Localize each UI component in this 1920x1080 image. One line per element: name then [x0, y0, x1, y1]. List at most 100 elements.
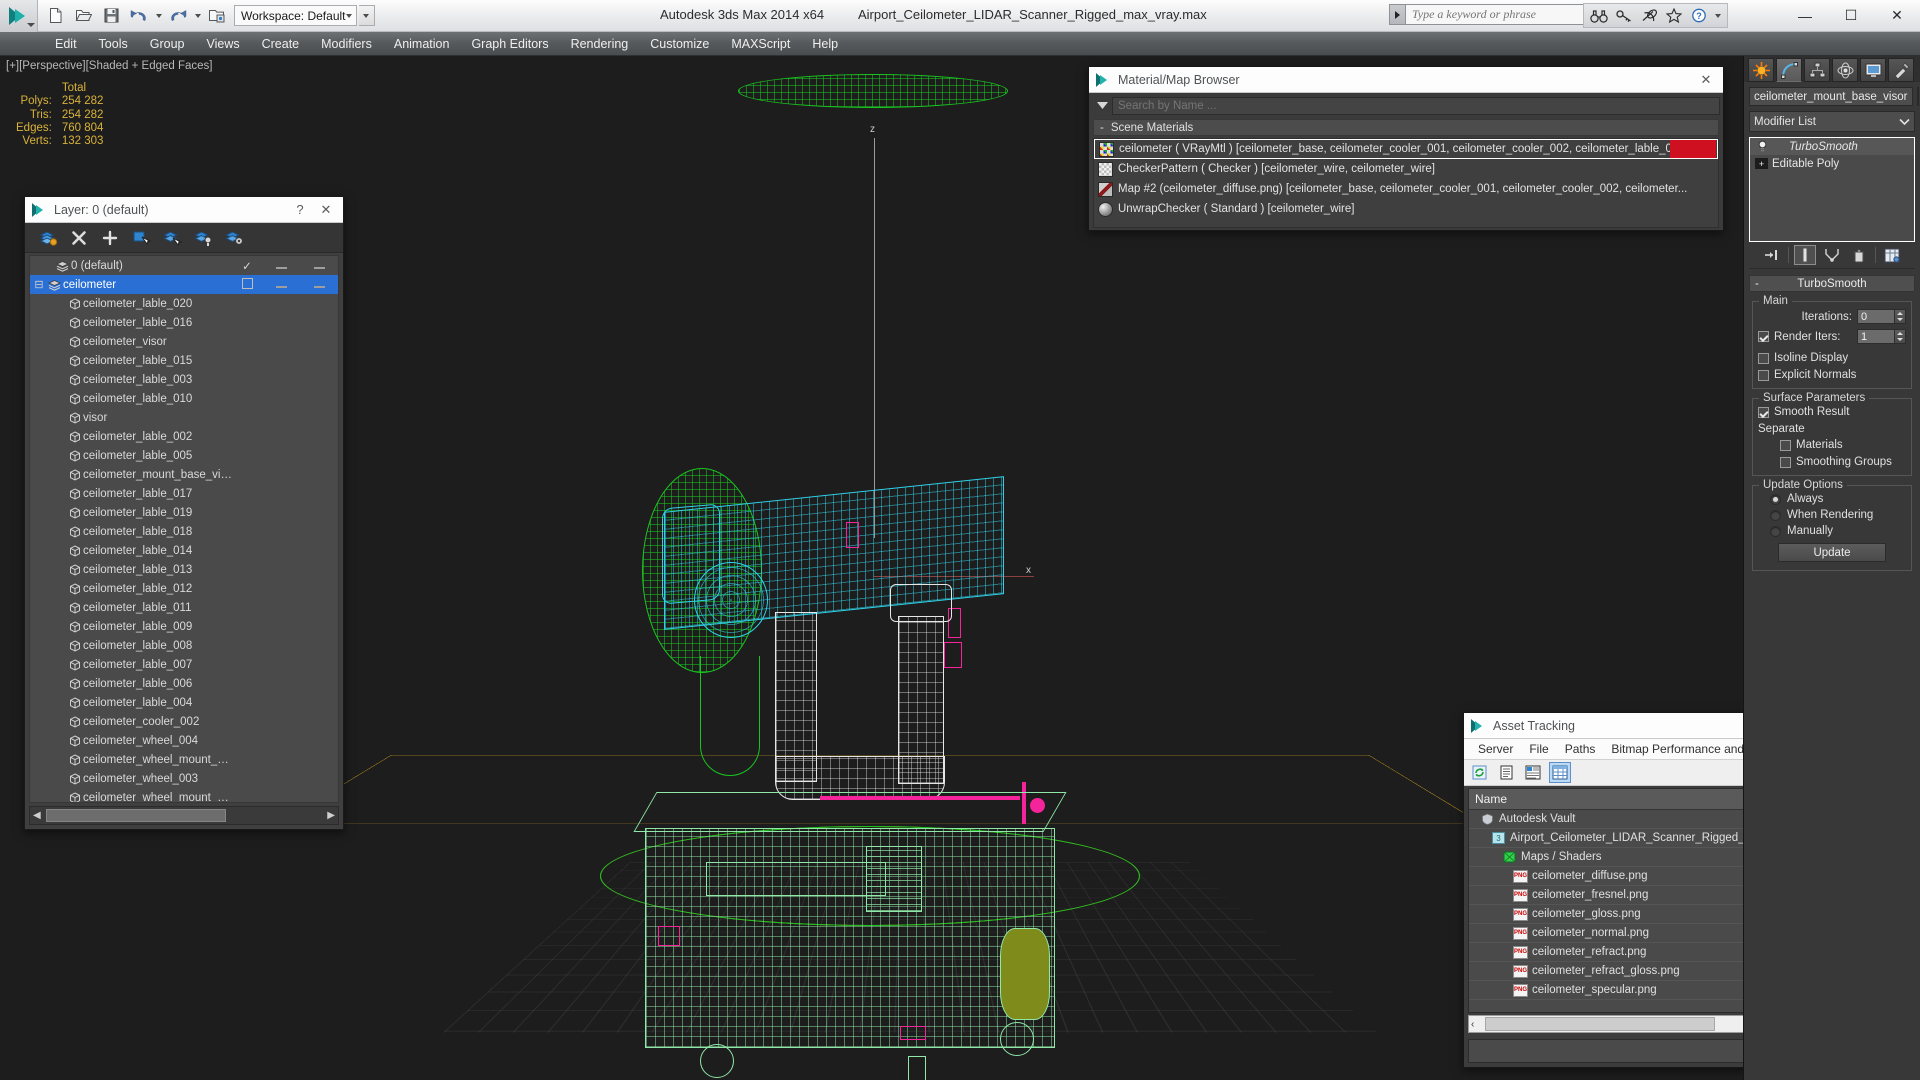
search-expand-button[interactable] — [1389, 4, 1406, 25]
viewport-label[interactable]: [+][Perspective][Shaded + Edged Faces] — [6, 60, 213, 72]
create-tab[interactable] — [1748, 58, 1774, 82]
favorites-star-icon[interactable] — [1662, 4, 1686, 27]
set-current-layer-to-selection-button[interactable] — [161, 227, 183, 249]
scroll-left-arrow-icon[interactable]: ‹ — [1471, 1019, 1474, 1030]
layer-row[interactable]: ceilometer_wheel_004 — [30, 731, 338, 750]
menu-item-help[interactable]: Help — [801, 34, 849, 54]
make-unique-button[interactable] — [1821, 245, 1843, 265]
separate-materials-checkbox[interactable] — [1780, 439, 1791, 451]
add-selection-to-layer-button[interactable] — [99, 227, 121, 249]
layer-properties-button[interactable] — [223, 227, 245, 249]
update-always-radio[interactable] — [1770, 493, 1781, 505]
scrollbar-thumb[interactable] — [46, 809, 226, 822]
layer-row[interactable]: ceilometer_lable_019 — [30, 503, 338, 522]
menu-item-graph-editors[interactable]: Graph Editors — [460, 34, 559, 54]
maximize-button[interactable]: ☐ — [1828, 0, 1874, 31]
layer-current-toggle[interactable]: ✓ — [232, 259, 262, 273]
asset-menu-item-server[interactable]: Server — [1470, 740, 1521, 758]
menu-item-customize[interactable]: Customize — [639, 34, 720, 54]
menu-item-modifiers[interactable]: Modifiers — [310, 34, 383, 54]
rollout-collapse-icon[interactable]: - — [1755, 278, 1759, 290]
layer-row[interactable]: ceilometer_lable_016 — [30, 313, 338, 332]
material-browser-close-button[interactable]: ✕ — [1693, 68, 1719, 92]
hierarchy-tab[interactable] — [1804, 58, 1830, 82]
layer-row[interactable]: ceilometer_lable_020 — [30, 294, 338, 313]
update-always-radio-row[interactable]: Always — [1758, 493, 1906, 505]
group-collapse-icon[interactable]: - — [1100, 122, 1104, 134]
open-file-button[interactable] — [70, 3, 96, 29]
object-color-swatch[interactable] — [1917, 87, 1919, 106]
layer-hide-toggle[interactable] — [262, 260, 300, 272]
menu-item-create[interactable]: Create — [251, 34, 311, 54]
update-when-rendering-radio-row[interactable]: When Rendering — [1758, 509, 1906, 521]
spinner-arrows-icon[interactable] — [1895, 329, 1906, 344]
isoline-display-row[interactable]: Isoline Display — [1758, 352, 1906, 364]
menu-item-rendering[interactable]: Rendering — [560, 34, 640, 54]
scrollbar-thumb[interactable] — [1485, 1017, 1715, 1031]
layer-freeze-toggle[interactable] — [300, 279, 338, 291]
layer-list[interactable]: 0 (default) ✓ ⊟ ceilometer ceilometer_lable_… — [29, 255, 339, 803]
application-menu-button[interactable] — [0, 0, 38, 32]
layer-row[interactable]: ceilometer_wheel_mount_004 — [30, 750, 338, 769]
smooth-result-checkbox[interactable] — [1758, 406, 1769, 418]
layer-row[interactable]: ceilometer_lable_007 — [30, 655, 338, 674]
show-end-result-button[interactable] — [1794, 245, 1816, 265]
remove-modifier-button[interactable] — [1848, 245, 1870, 265]
modifier-stack[interactable]: TurboSmooth + Editable Poly — [1749, 137, 1915, 242]
explicit-normals-checkbox[interactable] — [1758, 369, 1769, 381]
layer-current-toggle[interactable] — [232, 277, 262, 292]
set-layer-to-selection-button[interactable] — [192, 227, 214, 249]
modify-tab[interactable] — [1776, 58, 1802, 82]
pin-stack-button[interactable] — [1761, 245, 1783, 265]
layer-row[interactable]: ceilometer_lable_006 — [30, 674, 338, 693]
material-browser-options-icon[interactable] — [1092, 101, 1112, 111]
smooth-result-row[interactable]: Smooth Result — [1758, 406, 1906, 418]
update-when-rendering-radio[interactable] — [1770, 509, 1781, 521]
project-folder-button[interactable] — [204, 3, 230, 29]
separate-smoothing-groups-row[interactable]: Smoothing Groups — [1758, 456, 1906, 468]
layer-row[interactable]: ceilometer_lable_011 — [30, 598, 338, 617]
lightbulb-icon[interactable] — [1753, 140, 1771, 153]
layer-row[interactable]: ceilometer_lable_015 — [30, 351, 338, 370]
material-row[interactable]: Map #2 (ceilometer_diffuse.png) [ceilome… — [1094, 179, 1718, 199]
layer-hide-toggle[interactable] — [262, 279, 300, 291]
scroll-left-arrow-icon[interactable]: ◀ — [33, 810, 41, 821]
close-button[interactable]: ✕ — [1874, 0, 1920, 31]
material-row[interactable]: UnwrapChecker ( Standard ) [ceilometer_w… — [1094, 199, 1718, 219]
update-manually-radio[interactable] — [1770, 525, 1781, 537]
update-manually-radio-row[interactable]: Manually — [1758, 525, 1906, 537]
configure-modifier-sets-button[interactable] — [1881, 245, 1903, 265]
layer-row[interactable]: ceilometer_lable_005 — [30, 446, 338, 465]
layer-manager-window[interactable]: Layer: 0 (default) ? ✕ 0 (default) ✓ ⊟ c… — [24, 196, 344, 830]
layer-row[interactable]: ceilometer_lable_004 — [30, 693, 338, 712]
display-tab[interactable] — [1860, 58, 1886, 82]
modifier-stack-row[interactable]: TurboSmooth — [1750, 138, 1914, 155]
material-map-browser-window[interactable]: Material/Map Browser ✕ - Scene Materials… — [1088, 66, 1724, 231]
subscription-key-icon[interactable] — [1612, 4, 1636, 27]
redo-button[interactable] — [165, 3, 191, 29]
communication-center-icon[interactable] — [1637, 4, 1661, 27]
list-view-button[interactable] — [1495, 762, 1517, 783]
wheel-front-right-mesh[interactable] — [1000, 1022, 1034, 1056]
render-iters-checkbox[interactable] — [1758, 331, 1769, 342]
help-dropdown-caret-icon[interactable] — [1712, 4, 1724, 27]
menu-item-tools[interactable]: Tools — [88, 34, 139, 54]
grid-view-button[interactable] — [1549, 762, 1571, 783]
explicit-normals-row[interactable]: Explicit Normals — [1758, 369, 1906, 381]
base-cabinet-mesh[interactable] — [645, 828, 1055, 1048]
search-input[interactable] — [1406, 4, 1590, 25]
layer-row[interactable]: visor — [30, 408, 338, 427]
menu-item-animation[interactable]: Animation — [383, 34, 461, 54]
layer-row[interactable]: ceilometer_lable_003 — [30, 370, 338, 389]
material-row[interactable]: CheckerPattern ( Checker ) [ceilometer_w… — [1094, 159, 1718, 179]
material-list[interactable]: ceilometer ( VRayMtl ) [ceilometer_base,… — [1093, 138, 1719, 228]
spinner-arrows-icon[interactable] — [1895, 309, 1906, 324]
asset-menu-item-paths[interactable]: Paths — [1557, 740, 1604, 758]
layer-row[interactable]: ceilometer_lable_017 — [30, 484, 338, 503]
layer-row[interactable]: ceilometer_visor — [30, 332, 338, 351]
utilities-tab[interactable] — [1888, 58, 1914, 82]
detail-view-button[interactable] — [1522, 762, 1544, 783]
layer-row[interactable]: ceilometer_wheel_003 — [30, 769, 338, 788]
green-torus-mesh[interactable] — [738, 74, 1008, 108]
menu-item-group[interactable]: Group — [139, 34, 196, 54]
